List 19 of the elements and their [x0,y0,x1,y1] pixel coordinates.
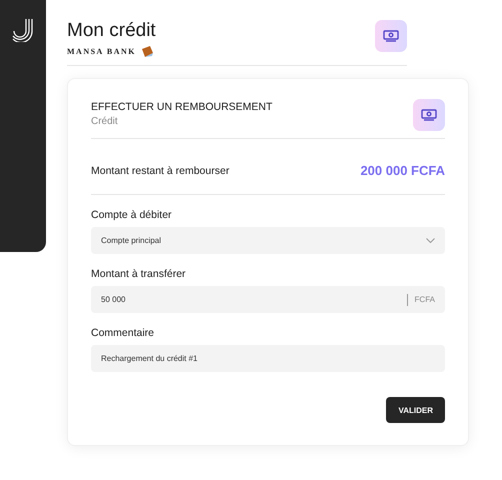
bank-logo-icon [142,46,154,57]
banknote-icon [421,108,437,122]
comment-field[interactable]: Rechargement du crédit #1 [91,345,445,372]
card-title: EFFECTUER UN REMBOURSEMENT [91,101,272,113]
balance-label: Montant restant à rembourser [91,164,230,176]
money-tile[interactable] [375,20,407,52]
validate-button[interactable]: VALIDER [386,397,445,423]
logo-icon [12,18,34,42]
card-subtitle: Crédit [91,116,119,127]
field-label: Montant à transférer [91,268,187,280]
page-title: Mon crédit [67,20,156,42]
balance-amount: 200 000 FCFA [360,163,445,178]
field-label: Commentaire [91,327,156,339]
chevron-down-icon [426,238,435,243]
field-label: Compte à débiter [91,209,173,221]
amount-field[interactable]: 50 000 FCFA [91,286,445,313]
bank-name: MANSA BANK [67,47,136,56]
account-select[interactable]: Compte principal [91,227,445,254]
banknote-icon [383,30,399,42]
